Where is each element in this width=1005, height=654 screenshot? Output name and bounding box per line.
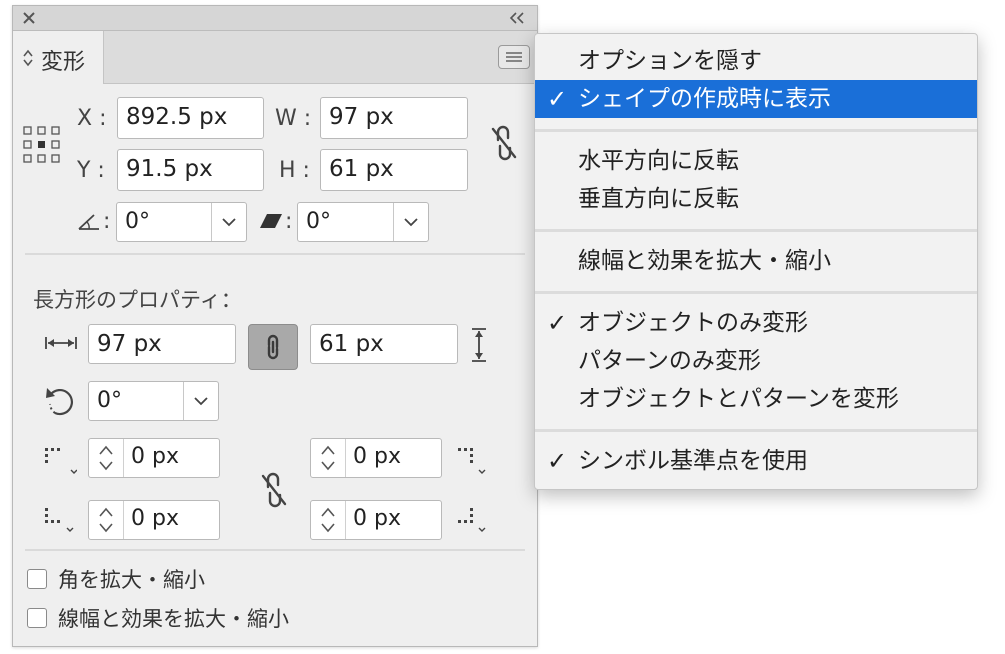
stepper-arrows[interactable] bbox=[89, 501, 124, 539]
checkmark-icon: ✓ bbox=[547, 85, 568, 113]
menu-separator bbox=[535, 429, 977, 432]
w-field[interactable]: 97 px bbox=[320, 97, 468, 139]
corner-bottom-right-value: 0 px bbox=[353, 506, 401, 531]
section-divider bbox=[25, 253, 525, 255]
menu-item-label: オブジェクトとパターンを変形 bbox=[578, 386, 899, 412]
reference-point-icon[interactable] bbox=[23, 126, 61, 164]
panel-menu-button[interactable] bbox=[498, 45, 530, 69]
menu-item-use-symbol-registration[interactable]: ✓ シンボル基準点を使用 bbox=[535, 442, 977, 480]
stepper-arrows[interactable] bbox=[311, 501, 346, 539]
corner-bottom-right-stepper[interactable]: 0 px bbox=[310, 500, 442, 540]
menu-item-scale-strokes[interactable]: 線幅と効果を拡大・縮小 bbox=[535, 242, 977, 280]
stepper-arrows[interactable] bbox=[89, 439, 124, 477]
updown-icon bbox=[99, 445, 113, 471]
h-field[interactable]: 61 px bbox=[320, 149, 468, 191]
rotate-value: 0° bbox=[125, 209, 150, 234]
x-field[interactable]: 892.5 px bbox=[117, 97, 264, 139]
menu-item-transform-object-only[interactable]: ✓ オブジェクトのみ変形 bbox=[535, 304, 977, 342]
shear-icon bbox=[260, 214, 282, 228]
checkmark-icon: ✓ bbox=[547, 447, 568, 475]
tab-transform[interactable]: 変形 bbox=[13, 31, 104, 84]
corner-link-icon[interactable] bbox=[259, 471, 289, 509]
corner-bottom-left-icon bbox=[45, 508, 74, 532]
rect-width-field[interactable]: 97 px bbox=[88, 324, 236, 364]
rotate-dropdown-button[interactable] bbox=[211, 203, 246, 241]
shear-value: 0° bbox=[306, 209, 331, 234]
rotate-colon: : bbox=[103, 209, 111, 234]
panel-titlebar bbox=[13, 6, 537, 31]
h-label: H : bbox=[279, 158, 310, 183]
menu-item-label: パターンのみ変形 bbox=[578, 348, 761, 374]
y-label: Y : bbox=[77, 158, 105, 183]
section-divider bbox=[25, 549, 525, 551]
rect-rotation-dropdown-button[interactable] bbox=[183, 382, 218, 420]
menu-item-label: 線幅と効果を拡大・縮小 bbox=[578, 248, 831, 274]
scale-corners-label: 角を拡大・縮小 bbox=[58, 568, 205, 592]
stepper-arrows[interactable] bbox=[311, 439, 346, 477]
shear-dropdown-button[interactable] bbox=[393, 203, 428, 241]
menu-item-transform-pattern-only[interactable]: パターンのみ変形 bbox=[535, 342, 977, 380]
transform-panel: 変形 X : 892.5 px W : 97 px Y : 91.5 px H … bbox=[12, 5, 538, 647]
chevron-down-icon bbox=[194, 397, 208, 406]
corner-bottom-left-value: 0 px bbox=[131, 506, 179, 531]
rotate-angle-icon bbox=[78, 214, 99, 230]
w-label: W : bbox=[275, 106, 312, 131]
menu-item-label: オプションを隠す bbox=[578, 48, 762, 74]
rotate-dropdown[interactable]: 0° bbox=[116, 202, 247, 242]
shear-colon: : bbox=[285, 209, 293, 234]
updown-icon bbox=[99, 507, 113, 533]
constrain-proportions-icon[interactable] bbox=[489, 124, 519, 162]
scale-strokes-checkbox[interactable] bbox=[27, 608, 47, 628]
menu-separator bbox=[535, 229, 977, 232]
shear-dropdown[interactable]: 0° bbox=[297, 202, 429, 242]
panel-options-menu: オプションを隠す ✓ シェイプの作成時に表示 水平方向に反転 垂直方向に反転 線… bbox=[534, 33, 978, 490]
menu-item-hide-options[interactable]: オプションを隠す bbox=[535, 42, 977, 80]
updown-icon bbox=[321, 507, 335, 533]
height-arrows-icon bbox=[472, 328, 486, 362]
rect-properties-title: 長方形のプロパティ： bbox=[33, 288, 242, 312]
rect-constrain-button[interactable] bbox=[248, 324, 298, 370]
menu-item-flip-horizontal[interactable]: 水平方向に反転 bbox=[535, 142, 977, 180]
menu-item-label: オブジェクトのみ変形 bbox=[578, 310, 808, 336]
rect-rotation-value: 0° bbox=[97, 388, 122, 413]
chevron-down-icon bbox=[222, 218, 236, 227]
rect-rotation-dropdown[interactable]: 0° bbox=[88, 381, 219, 421]
tab-label: 変形 bbox=[41, 50, 86, 75]
tab-strip: 変形 bbox=[13, 31, 537, 84]
chevron-down-icon bbox=[404, 218, 418, 227]
hamburger-icon bbox=[506, 52, 522, 62]
menu-separator bbox=[535, 129, 977, 132]
corner-top-right-value: 0 px bbox=[353, 444, 401, 469]
collapse-icon[interactable] bbox=[509, 12, 525, 24]
menu-item-label: 水平方向に反転 bbox=[578, 148, 739, 174]
menu-item-transform-both[interactable]: オブジェクトとパターンを変形 bbox=[535, 380, 977, 418]
corner-bottom-left-stepper[interactable]: 0 px bbox=[88, 500, 220, 540]
menu-item-flip-vertical[interactable]: 垂直方向に反転 bbox=[535, 180, 977, 218]
corner-bottom-right-icon bbox=[458, 508, 486, 532]
scale-corners-checkbox[interactable] bbox=[27, 569, 47, 589]
menu-item-show-on-shape-create[interactable]: ✓ シェイプの作成時に表示 bbox=[535, 80, 977, 118]
updown-icon bbox=[23, 49, 33, 67]
corner-top-right-stepper[interactable]: 0 px bbox=[310, 438, 442, 478]
close-icon[interactable] bbox=[23, 12, 35, 24]
checkmark-icon: ✓ bbox=[547, 309, 568, 337]
menu-separator bbox=[535, 291, 977, 294]
menu-item-label: シンボル基準点を使用 bbox=[578, 448, 808, 474]
scale-strokes-label: 線幅と効果を拡大・縮小 bbox=[58, 607, 289, 631]
corner-top-left-stepper[interactable]: 0 px bbox=[88, 438, 220, 478]
menu-item-label: シェイプの作成時に表示 bbox=[578, 86, 831, 112]
rotate-ccw-icon bbox=[46, 388, 73, 416]
rect-height-field[interactable]: 61 px bbox=[310, 324, 458, 364]
link-icon bbox=[267, 334, 279, 360]
updown-icon bbox=[321, 445, 335, 471]
y-field[interactable]: 91.5 px bbox=[117, 149, 264, 191]
menu-item-label: 垂直方向に反転 bbox=[578, 186, 739, 212]
corner-top-left-value: 0 px bbox=[131, 444, 179, 469]
corner-top-right-icon bbox=[458, 448, 486, 474]
x-label: X : bbox=[77, 106, 107, 131]
width-arrows-icon bbox=[45, 337, 77, 349]
corner-top-left-icon bbox=[45, 448, 77, 474]
